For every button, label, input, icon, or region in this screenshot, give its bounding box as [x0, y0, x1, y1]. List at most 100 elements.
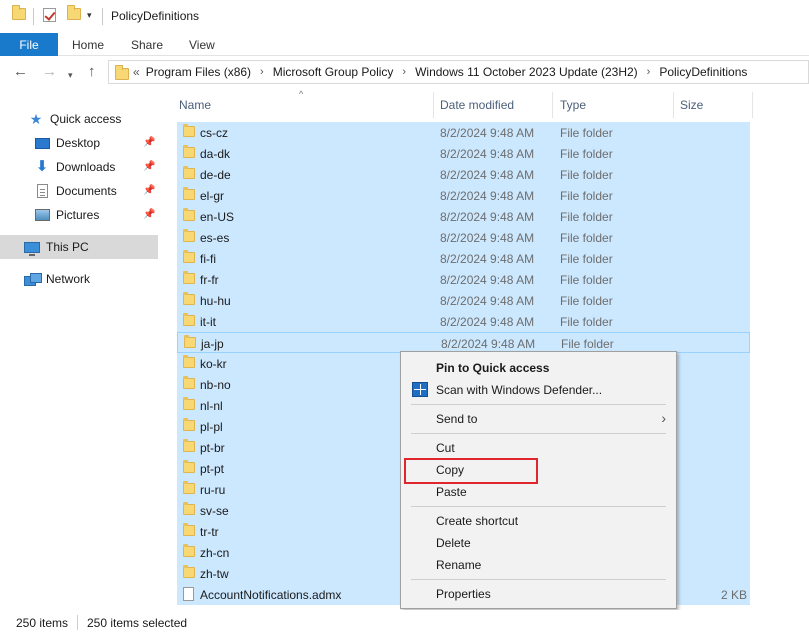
back-arrow-icon[interactable]: ←	[13, 64, 28, 79]
new-folder-icon[interactable]	[67, 5, 81, 20]
ribbon: File Home Share View	[0, 33, 809, 56]
download-arrow-icon: ⬇	[35, 158, 49, 175]
nav-item-pictures[interactable]: Pictures 📌	[0, 203, 158, 227]
folder-icon	[183, 271, 195, 284]
file-date-modified: 8/2/2024 9:48 AM	[440, 210, 535, 224]
chevron-right-icon[interactable]: ›	[402, 66, 406, 78]
file-row[interactable]: cs-cz 8/2/2024 9:48 AM File folder	[177, 122, 750, 143]
file-row[interactable]: de-de 8/2/2024 9:48 AM File folder	[177, 164, 750, 185]
file-name: tr-tr	[200, 525, 219, 539]
nav-item-label: Pictures	[56, 208, 100, 222]
column-divider[interactable]	[752, 92, 753, 118]
menu-item-send-to[interactable]: Send to ›	[401, 408, 676, 430]
breadcrumb-policydefinitions[interactable]: PolicyDefinitions	[659, 65, 747, 79]
up-arrow-icon[interactable]: ↑	[88, 64, 96, 79]
file-date-modified: 8/2/2024 9:48 AM	[440, 252, 535, 266]
file-name: AccountNotifications.admx	[200, 588, 342, 602]
nav-item-this-pc[interactable]: This PC	[0, 235, 158, 259]
file-row[interactable]: en-US 8/2/2024 9:48 AM File folder	[177, 206, 750, 227]
nav-item-network[interactable]: Network	[0, 267, 158, 291]
nav-item-label: Documents	[56, 184, 117, 198]
tab-file[interactable]: File	[0, 33, 58, 56]
file-name: pt-pt	[200, 462, 225, 476]
breadcrumb-microsoft-group-policy[interactable]: Microsoft Group Policy	[273, 65, 394, 79]
file-type: File folder	[561, 337, 614, 351]
folder-icon	[115, 64, 129, 80]
file-row[interactable]: da-dk 8/2/2024 9:48 AM File folder	[177, 143, 750, 164]
file-name: ko-kr	[200, 357, 227, 371]
properties-check-icon[interactable]	[43, 8, 56, 22]
file-date-modified: 8/2/2024 9:48 AM	[440, 294, 535, 308]
folder-icon	[183, 439, 195, 452]
file-row[interactable]: ja-jp 8/2/2024 9:48 AM File folder	[177, 332, 750, 353]
file-row[interactable]: fr-fr 8/2/2024 9:48 AM File folder	[177, 269, 750, 290]
column-divider[interactable]	[433, 92, 434, 118]
chevron-right-icon[interactable]: ›	[647, 66, 651, 78]
menu-item-properties[interactable]: Properties	[401, 583, 676, 605]
desktop-icon	[34, 136, 50, 150]
menu-item-rename[interactable]: Rename	[401, 554, 676, 576]
folder-icon	[183, 460, 195, 473]
pin-icon: 📌	[143, 137, 156, 148]
folder-icon	[183, 292, 195, 305]
file-name: el-gr	[200, 189, 225, 203]
folder-icon	[12, 5, 26, 20]
breadcrumb-program-files-x86[interactable]: Program Files (x86)	[146, 65, 251, 79]
column-header-type[interactable]: Type	[560, 89, 586, 120]
folder-icon	[183, 397, 195, 410]
menu-item-create-shortcut[interactable]: Create shortcut	[401, 510, 676, 532]
star-icon: ★	[29, 111, 43, 127]
menu-item-pin-to-quick-access[interactable]: Pin to Quick access	[401, 357, 676, 379]
sort-ascending-icon: ^	[299, 89, 304, 99]
forward-arrow-icon[interactable]: →	[42, 64, 57, 79]
menu-item-cut[interactable]: Cut	[401, 437, 676, 459]
network-icon	[24, 272, 42, 286]
file-name: nb-no	[200, 378, 231, 392]
menu-item-scan-with-windows-defender[interactable]: Scan with Windows Defender...	[401, 379, 676, 401]
chevron-right-icon[interactable]: ›	[260, 66, 264, 78]
folder-icon	[183, 418, 195, 431]
address-overflow[interactable]: «	[133, 65, 140, 79]
nav-item-downloads[interactable]: ⬇ Downloads 📌	[0, 155, 158, 179]
file-row[interactable]: it-it 8/2/2024 9:48 AM File folder	[177, 311, 750, 332]
customize-toolbar-dropdown-icon[interactable]: ▾	[87, 10, 92, 21]
column-header-size[interactable]: Size	[680, 89, 703, 120]
file-row[interactable]: fi-fi 8/2/2024 9:48 AM File folder	[177, 248, 750, 269]
file-name: ja-jp	[201, 337, 224, 351]
nav-item-desktop[interactable]: Desktop 📌	[0, 131, 158, 155]
file-name: ru-ru	[200, 483, 226, 497]
file-type: File folder	[560, 294, 613, 308]
folder-icon	[183, 481, 195, 494]
file-name: it-it	[200, 315, 216, 329]
column-divider[interactable]	[552, 92, 553, 118]
tab-share[interactable]: Share	[131, 38, 163, 52]
menu-item-delete[interactable]: Delete	[401, 532, 676, 554]
recent-locations-chevron-icon[interactable]: ▾	[68, 68, 73, 83]
file-date-modified: 8/2/2024 9:48 AM	[440, 273, 535, 287]
column-header-name[interactable]: Name	[179, 89, 211, 120]
folder-icon	[183, 502, 195, 515]
file-row[interactable]: hu-hu 8/2/2024 9:48 AM File folder	[177, 290, 750, 311]
folder-icon	[184, 335, 196, 348]
nav-item-quick-access[interactable]: ★ Quick access	[0, 107, 158, 131]
file-date-modified: 8/2/2024 9:48 AM	[441, 337, 536, 351]
file-type: File folder	[560, 252, 613, 266]
file-row[interactable]: el-gr 8/2/2024 9:48 AM File folder	[177, 185, 750, 206]
menu-item-paste[interactable]: Paste	[401, 481, 676, 503]
document-icon	[34, 184, 50, 198]
file-name: fr-fr	[200, 273, 219, 287]
nav-item-documents[interactable]: Documents 📌	[0, 179, 158, 203]
column-header-date-modified[interactable]: Date modified	[440, 89, 514, 120]
tab-view[interactable]: View	[189, 38, 215, 52]
column-divider[interactable]	[673, 92, 674, 118]
status-bar: 250 items 250 items selected	[0, 610, 809, 635]
folder-icon	[183, 250, 195, 263]
address-bar[interactable]: « Program Files (x86) › Microsoft Group …	[108, 60, 809, 84]
tab-home[interactable]: Home	[72, 38, 104, 52]
menu-separator	[411, 579, 666, 580]
breadcrumb-windows-11-23h2[interactable]: Windows 11 October 2023 Update (23H2)	[415, 65, 638, 79]
file-type: File folder	[560, 189, 613, 203]
file-row[interactable]: es-es 8/2/2024 9:48 AM File folder	[177, 227, 750, 248]
folder-icon	[183, 376, 195, 389]
item-count: 250 items	[16, 616, 69, 630]
